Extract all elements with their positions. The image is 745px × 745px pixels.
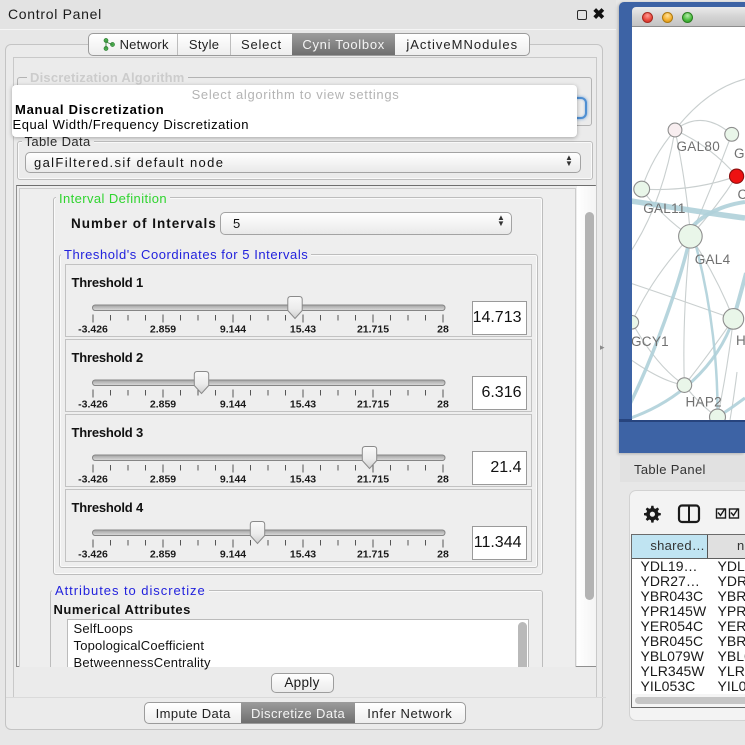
svg-text:2.859: 2.859: [149, 549, 175, 561]
svg-text:21.715: 21.715: [356, 549, 388, 561]
svg-text:9.144: 9.144: [219, 324, 245, 336]
svg-text:GAL4: GAL4: [695, 252, 731, 267]
svg-text:21.715: 21.715: [356, 474, 388, 486]
svg-text:28: 28: [437, 474, 449, 486]
svg-text:28: 28: [437, 399, 449, 411]
svg-text:15.43: 15.43: [289, 549, 315, 561]
svg-text:HAP2: HAP2: [686, 395, 722, 410]
svg-text:-3.426: -3.426: [78, 549, 108, 561]
svg-text:GAL80: GAL80: [677, 139, 721, 154]
svg-text:2.859: 2.859: [149, 399, 175, 411]
svg-text:2.859: 2.859: [149, 474, 175, 486]
svg-text:28: 28: [437, 549, 449, 561]
svg-text:GAL11: GAL11: [643, 201, 686, 216]
svg-text:21.715: 21.715: [356, 324, 388, 336]
svg-text:28: 28: [437, 324, 449, 336]
svg-text:9.144: 9.144: [219, 399, 245, 411]
svg-text:C: C: [738, 187, 745, 202]
svg-text:2.859: 2.859: [149, 324, 175, 336]
svg-text:-3.426: -3.426: [78, 399, 108, 411]
svg-text:-3.426: -3.426: [78, 324, 108, 336]
svg-text:21.715: 21.715: [356, 399, 388, 411]
svg-text:-3.426: -3.426: [78, 474, 108, 486]
svg-text:15.43: 15.43: [289, 399, 315, 411]
svg-text:15.43: 15.43: [289, 324, 315, 336]
svg-text:H: H: [736, 333, 745, 348]
svg-text:9.144: 9.144: [219, 549, 245, 561]
svg-text:15.43: 15.43: [289, 474, 315, 486]
svg-text:GA: GA: [734, 146, 745, 161]
svg-text:9.144: 9.144: [219, 474, 245, 486]
svg-text:GCY1: GCY1: [632, 334, 669, 349]
